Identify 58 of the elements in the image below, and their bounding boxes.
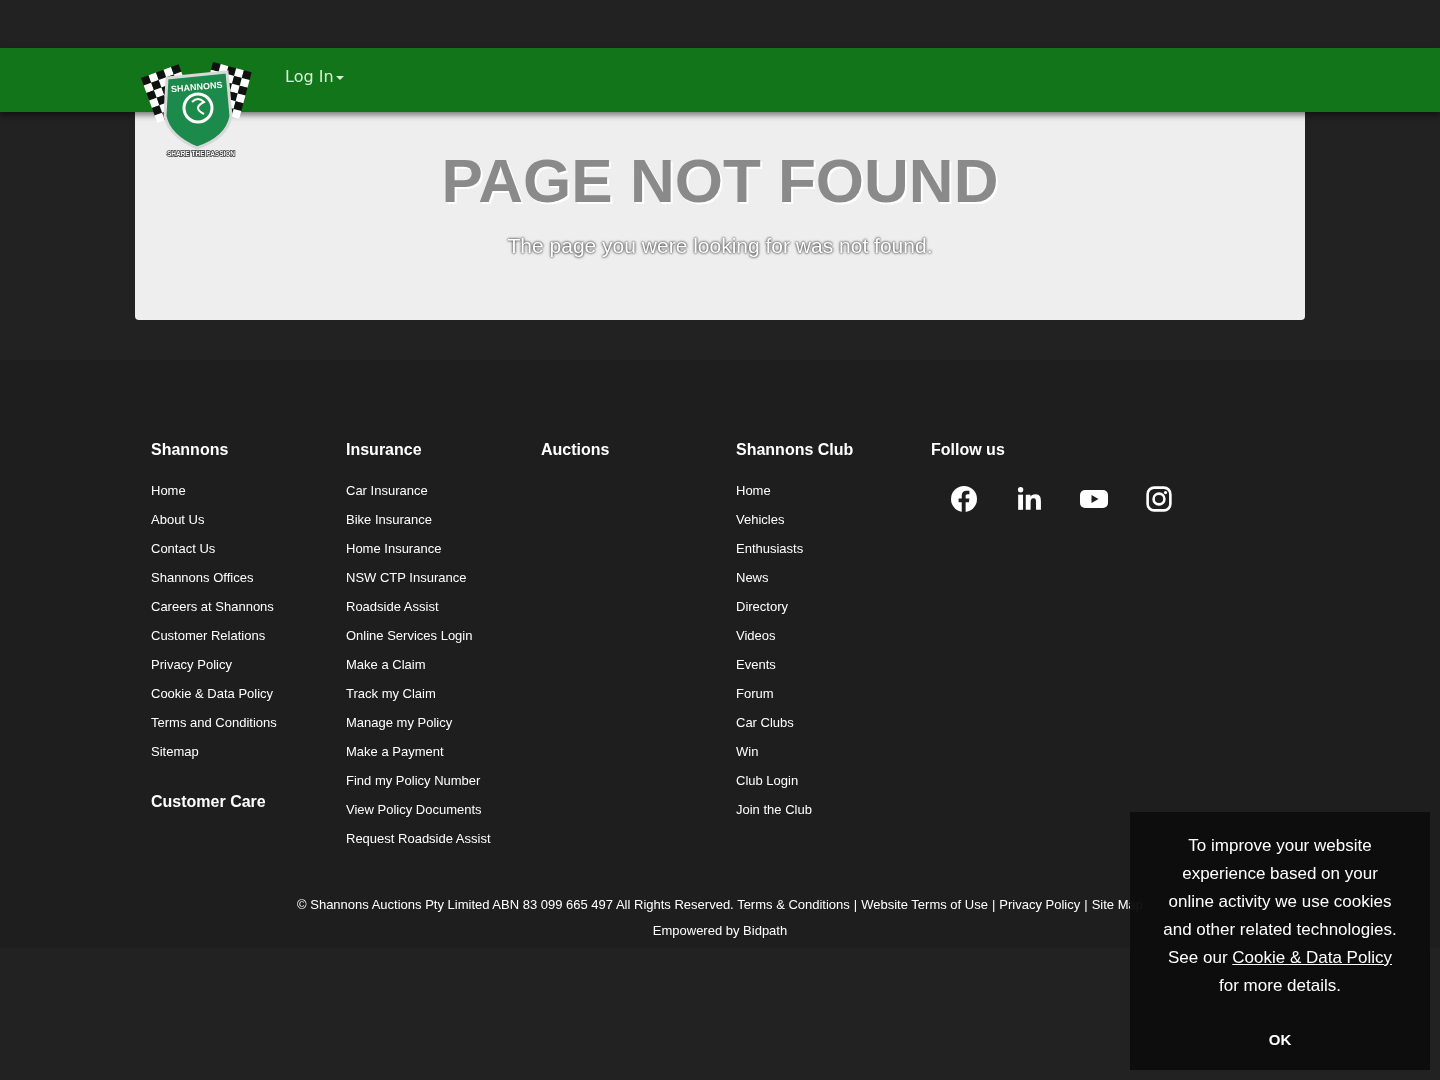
instagram-icon[interactable] — [1145, 486, 1172, 512]
linkedin-icon[interactable] — [1015, 486, 1042, 512]
footer-link[interactable]: Home — [736, 476, 931, 505]
footer-link[interactable]: View Policy Documents — [346, 795, 541, 824]
footer-link[interactable]: Win — [736, 737, 931, 766]
column-heading: Insurance — [346, 440, 422, 460]
footer-link[interactable]: Shannons Offices — [151, 563, 346, 592]
login-dropdown[interactable]: Log In — [285, 65, 344, 89]
column-heading: Customer Care — [151, 792, 266, 812]
column-heading: Shannons Club — [736, 440, 854, 460]
footer-link[interactable]: Manage my Policy — [346, 708, 541, 737]
footer-link[interactable]: Club Login — [736, 766, 931, 795]
footer-link[interactable]: Sitemap — [151, 737, 346, 766]
footer-link[interactable]: Join the Club — [736, 795, 931, 824]
footer-link[interactable]: Track my Claim — [346, 679, 541, 708]
column-heading: Shannons — [151, 440, 229, 460]
cookie-policy-link[interactable]: Cookie & Data Policy — [1232, 948, 1392, 967]
footer-link[interactable]: News — [736, 563, 931, 592]
footer-link[interactable]: Home Insurance — [346, 534, 541, 563]
separator: | — [1084, 897, 1088, 912]
footer-link[interactable]: Roadside Assist — [346, 592, 541, 621]
footer-link[interactable]: Request Roadside Assist — [346, 824, 541, 853]
separator: | — [991, 897, 996, 912]
footer-link[interactable]: NSW CTP Insurance — [346, 563, 541, 592]
page-title: PAGE NOT FOUND — [441, 150, 999, 212]
footer-link[interactable]: Privacy Policy — [151, 650, 346, 679]
footer-link[interactable]: Online Services Login — [346, 621, 541, 650]
footer-link[interactable]: Videos — [736, 621, 931, 650]
footer-link[interactable]: Vehicles — [736, 505, 931, 534]
footer-link[interactable]: Events — [736, 650, 931, 679]
facebook-icon[interactable] — [950, 486, 977, 512]
legal-link[interactable]: Privacy Policy — [999, 897, 1081, 912]
ok-button[interactable]: OK — [1262, 1028, 1298, 1053]
footer-link[interactable]: Make a Claim — [346, 650, 541, 679]
footer-link[interactable]: Forum — [736, 679, 931, 708]
footer-link[interactable]: Enthusiasts — [736, 534, 931, 563]
footer-link[interactable]: Make a Payment — [346, 737, 541, 766]
footer-link[interactable]: About Us — [151, 505, 346, 534]
footer-link[interactable]: Home — [151, 476, 346, 505]
footer-link[interactable]: Car Insurance — [346, 476, 541, 505]
footer-link[interactable]: Bike Insurance — [346, 505, 541, 534]
copyright-text: © Shannons Auctions Pty Limited ABN 83 099 665 497 All Rights Reserved. — [297, 897, 734, 912]
footer-link[interactable]: Car Clubs — [736, 708, 931, 737]
footer-link[interactable]: Contact Us — [151, 534, 346, 563]
separator: | — [853, 897, 858, 912]
footer-link[interactable]: Find my Policy Number — [346, 766, 541, 795]
footer-link[interactable]: Directory — [736, 592, 931, 621]
legal-link[interactable]: Terms & Conditions — [737, 897, 850, 912]
column-heading: Follow us — [931, 440, 1005, 460]
cookie-notice-text: To improve your website experience based on your online activity we use cookies and other related technologies. See our Cookie & Data Policy for more details. — [1162, 835, 1398, 997]
footer-link[interactable]: Cookie & Data Policy — [151, 679, 346, 708]
column-heading: Auctions — [541, 440, 610, 460]
footer-link[interactable]: Customer Relations — [151, 621, 346, 650]
legal-link[interactable]: Website Terms of Use — [861, 897, 988, 912]
powered-by-text: Empowered by Bidpath — [652, 922, 788, 938]
footer-link[interactable]: Careers at Shannons — [151, 592, 346, 621]
error-message: The page you were looking for was not found. — [507, 233, 933, 260]
footer-link[interactable]: Terms and Conditions — [151, 708, 346, 737]
